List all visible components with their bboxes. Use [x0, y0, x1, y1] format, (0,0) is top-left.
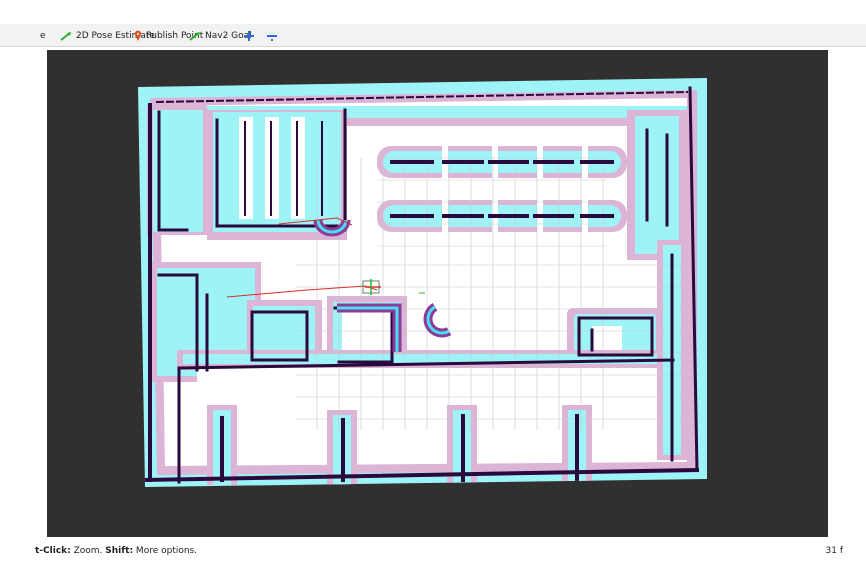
add-tool-button[interactable] [243, 29, 255, 43]
status-hint-key-2: Shift: [105, 546, 134, 556]
status-bar: t-Click: Zoom. Shift: More options. 31 f [0, 540, 866, 562]
green-arrow-icon [189, 32, 200, 41]
rviz-toolbar: e 2D Pose Estimate Publish Point Nav2 Go… [0, 24, 866, 47]
fps-readout: 31 f [825, 546, 843, 556]
status-hint-key-1: t-Click: [35, 546, 71, 556]
minus-icon [267, 35, 277, 41]
toolbar-partial-label: e [40, 31, 46, 41]
status-hint-text-2: More options. [133, 546, 198, 556]
occupancy-map [138, 78, 707, 487]
status-hint: t-Click: Zoom. Shift: More options. [35, 546, 197, 556]
rviz-3d-viewport[interactable] [47, 50, 828, 537]
status-hint-text-1: Zoom. [70, 546, 106, 556]
green-arrow-icon [60, 32, 71, 41]
map-pin-icon [134, 30, 142, 41]
move-cross-icon [244, 31, 254, 41]
toolbar-partial-item[interactable]: e [40, 29, 46, 43]
remove-tool-button[interactable] [266, 29, 278, 43]
